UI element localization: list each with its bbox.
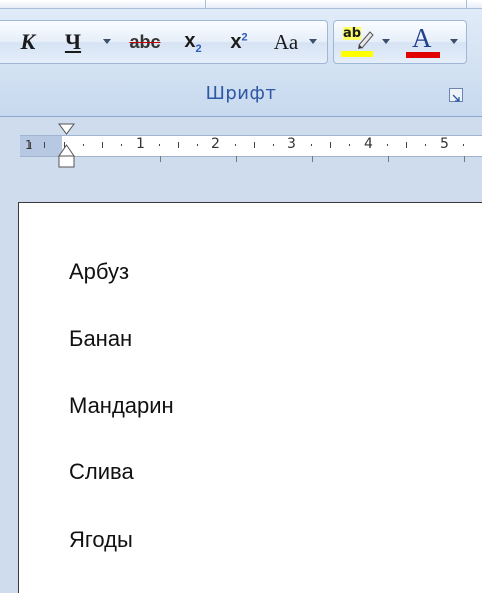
ruler-tick [330, 142, 331, 148]
font-color-bar [406, 52, 440, 58]
highlight-dropdown-arrow[interactable] [382, 39, 390, 44]
change-case-dropdown-arrow[interactable] [309, 39, 317, 44]
underline-button[interactable]: Ч [57, 21, 89, 63]
document-line[interactable]: Мандарин [69, 393, 174, 419]
italic-icon: К [20, 29, 36, 54]
superscript-icon: x2 [230, 31, 247, 54]
ruler-tick [254, 142, 255, 148]
font-color-icon: A [406, 23, 440, 59]
ruler-tick [44, 142, 45, 148]
ruler-tick [388, 156, 389, 162]
change-case-button[interactable]: Aa [267, 21, 305, 63]
ruler-tick [102, 142, 103, 148]
ruler-tick [273, 144, 274, 146]
ruler-tick [349, 144, 350, 146]
highlight-button[interactable]: ab [338, 21, 378, 63]
italic-button[interactable]: К [11, 21, 45, 63]
color-button-strip: ab A [333, 20, 467, 64]
ruler-tick [178, 142, 179, 148]
ruler-tick [159, 144, 160, 146]
strikethrough-icon: abc [129, 31, 161, 52]
divider [205, 0, 206, 8]
subscript-index: 2 [195, 42, 202, 55]
ruler-tick [312, 156, 313, 162]
indent-marker-icon[interactable] [58, 123, 75, 169]
ruler-number: 4 [364, 136, 373, 152]
document-line[interactable]: Ягоды [69, 527, 133, 553]
subscript-icon: x2 [184, 30, 201, 55]
ruler-number: 3 [287, 136, 296, 152]
divider [466, 0, 467, 8]
strikethrough-button[interactable]: abc [123, 21, 167, 63]
horizontal-ruler[interactable] [20, 135, 482, 157]
document-line[interactable]: Банан [69, 326, 132, 352]
underline-icon: Ч [64, 29, 82, 54]
font-dialog-launcher-icon[interactable] [449, 88, 463, 102]
highlighter-icon: ab [341, 25, 375, 59]
change-case-icon: Aa [273, 29, 299, 54]
ruler-tick [197, 144, 198, 146]
font-color-glyph: A [412, 23, 432, 53]
ruler-tick [464, 156, 465, 162]
font-color-button[interactable]: A [404, 21, 442, 63]
font-color-dropdown-arrow[interactable] [450, 39, 458, 44]
subscript-base: x [184, 29, 196, 52]
ruler-tick [425, 144, 426, 146]
ruler-tick [121, 144, 122, 146]
font-group-label: Шрифт [205, 83, 277, 104]
superscript-button[interactable]: x2 [221, 21, 257, 63]
ruler-tick [236, 156, 237, 162]
ruler-tick [463, 144, 464, 146]
subscript-button[interactable]: x2 [175, 21, 211, 63]
ruler-tick [83, 144, 84, 146]
document-line[interactable]: Слива [69, 459, 134, 485]
format-button-strip: К Ч abc x2 x2 Aa [0, 20, 328, 64]
ruler-number: 1 [25, 138, 33, 152]
underline-dropdown-arrow[interactable] [103, 39, 111, 44]
ruler-number: 1 [136, 136, 145, 152]
ruler-tick [406, 142, 407, 148]
highlight-color-bar [341, 51, 373, 57]
superscript-base: x [230, 30, 242, 53]
document-page[interactable]: Арбуз Банан Мандарин Слива Ягоды [18, 202, 482, 593]
ruler-number: 2 [211, 136, 220, 152]
ribbon-font-group: К Ч abc x2 x2 Aa ab A Шрифт [0, 0, 482, 117]
document-line[interactable]: Арбуз [69, 259, 129, 285]
ruler-tick [30, 142, 31, 148]
ruler-tick [235, 144, 236, 146]
ruler-number: 5 [440, 136, 449, 152]
ribbon-top-strip [0, 0, 482, 9]
ruler-tick [311, 144, 312, 146]
ruler-tick [387, 144, 388, 146]
ruler-tick [160, 156, 161, 162]
superscript-index: 2 [241, 30, 248, 43]
